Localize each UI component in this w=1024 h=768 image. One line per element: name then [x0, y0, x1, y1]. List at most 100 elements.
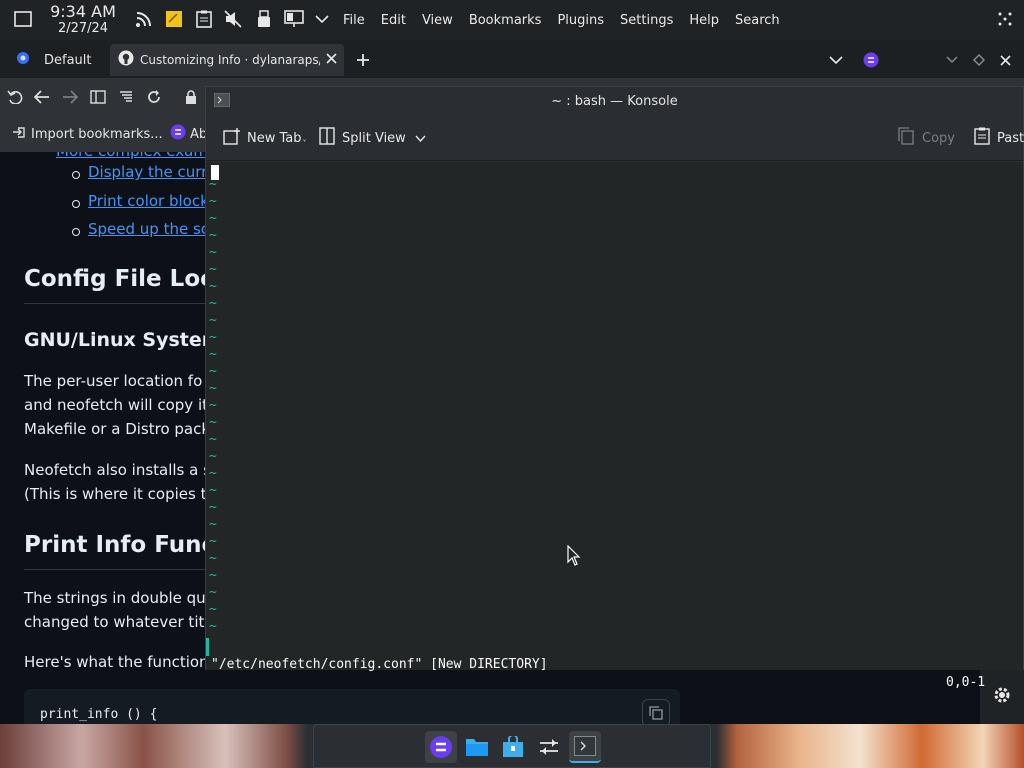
- notes-icon[interactable]: [163, 8, 185, 30]
- tilde-marker: ~: [209, 381, 217, 396]
- tilde-marker: ~: [209, 296, 217, 311]
- lock-icon[interactable]: [180, 86, 202, 108]
- new-tab-label: New Tab: [247, 130, 302, 146]
- tilde-marker: ~: [209, 551, 217, 566]
- toc-link-print-color-blocks[interactable]: Print color block: [72, 192, 209, 210]
- tilde-marker: ~: [209, 279, 217, 294]
- copy-code-icon[interactable]: [642, 699, 670, 724]
- file-manager-icon[interactable]: [461, 731, 493, 763]
- tilde-marker: ~: [209, 313, 217, 328]
- global-menu: File Edit View Bookmarks Plugins Setting…: [343, 0, 796, 40]
- tilde-marker: ~: [209, 500, 217, 515]
- text-line: The strings in double qu: [24, 589, 206, 607]
- volume-muted-icon[interactable]: [222, 8, 244, 30]
- text-line: and neofetch will copy it: [24, 396, 208, 414]
- bookmark-ab-item[interactable]: Ab: [170, 124, 207, 144]
- cursor-position: 0,0-1: [946, 675, 986, 690]
- tilde-marker: ~: [209, 211, 217, 226]
- app-icon: [170, 124, 186, 144]
- tilde-marker: ~: [209, 568, 217, 583]
- app-icon[interactable]: [863, 44, 879, 76]
- minimize-icon[interactable]: [946, 44, 958, 76]
- system-settings-icon[interactable]: [533, 731, 565, 763]
- maximize-icon[interactable]: [973, 44, 985, 76]
- status-message: "/etc/neofetch/config.conf" [New DIRECTO…: [211, 657, 548, 672]
- menu-plugins[interactable]: Plugins: [557, 13, 604, 28]
- menu-search[interactable]: Search: [735, 13, 780, 28]
- bookmark-label: Import bookmarks...: [31, 126, 163, 142]
- dropdown-indicator-icon: ˅: [302, 138, 307, 148]
- tab-label: Customizing Info · dylanaraps/n: [140, 53, 320, 67]
- tab-customizing-info[interactable]: Customizing Info · dylanaraps/n: [110, 44, 344, 76]
- text-line: (This is where it copies th: [24, 485, 216, 503]
- show-desktop-icon[interactable]: [12, 8, 34, 30]
- gear-icon[interactable]: [992, 685, 1012, 709]
- reload-icon[interactable]: [143, 86, 165, 108]
- clock-date: 2/27/24: [57, 21, 109, 36]
- clock-time: 9:34 AM: [50, 2, 116, 21]
- list-tabs-icon[interactable]: [829, 44, 843, 76]
- konsole-titlebar[interactable]: ~ : bash — Konsole: [206, 87, 1023, 115]
- tilde-marker: ~: [209, 449, 217, 464]
- paste-button[interactable]: Past: [974, 127, 1024, 149]
- forward-icon[interactable]: [59, 86, 81, 108]
- split-view-label: Split View: [342, 130, 406, 146]
- chevron-down-icon[interactable]: [311, 8, 333, 30]
- toc-link-display-current[interactable]: Display the curr: [71, 163, 207, 181]
- menu-file[interactable]: File: [343, 13, 365, 28]
- menu-settings[interactable]: Settings: [620, 13, 673, 28]
- tilde-marker: ~: [209, 177, 217, 192]
- copy-button[interactable]: Copy: [898, 127, 955, 149]
- copy-icon: [898, 127, 914, 149]
- konsole-task-icon[interactable]: [569, 731, 601, 763]
- paragraph-neofetch-installs: Neofetch also installs a s (This is wher…: [24, 458, 216, 506]
- display-config-icon[interactable]: [283, 8, 305, 30]
- menu-bookmarks[interactable]: Bookmarks: [469, 13, 542, 28]
- menu-help[interactable]: Help: [689, 13, 719, 28]
- tilde-marker: ~: [209, 585, 217, 600]
- window-title: ~ : bash — Konsole: [551, 93, 678, 109]
- close-window-icon[interactable]: [1000, 44, 1011, 76]
- clipboard-icon[interactable]: [193, 8, 215, 30]
- rss-icon[interactable]: [133, 8, 155, 30]
- new-tab-button[interactable]: New Tab ˅: [223, 127, 307, 149]
- new-tab-icon[interactable]: [356, 44, 370, 76]
- vim-empty-line-markers: ~ ~ ~ ~ ~ ~ ~ ~ ~ ~ ~ ~ ~ ~ ~ ~ ~ ~ ~ ~ ~ ~ ~ ~ ~ ~ ~: [209, 162, 221, 635]
- toc-link-more-complex[interactable]: More complex exam: [56, 152, 208, 160]
- reader-list-icon[interactable]: [115, 86, 137, 108]
- tilde-marker: ~: [209, 228, 217, 243]
- tilde-marker: ~: [209, 364, 217, 379]
- usb-device-icon[interactable]: [253, 8, 275, 30]
- konsole-toolbar: New Tab ˅ Split View Copy Past: [206, 115, 1024, 161]
- terminal-area[interactable]: ~ ~ ~ ~ ~ ~ ~ ~ ~ ~ ~ ~ ~ ~ ~ ~ ~ ~ ~ ~ ~ ~ ~ ~ ~ ~ ~ "/etc/neofet…: [206, 162, 1023, 690]
- tilde-marker: ~: [209, 262, 217, 277]
- app-launcher-icon[interactable]: [425, 731, 457, 763]
- tilde-marker: ~: [209, 602, 217, 617]
- back-icon[interactable]: [31, 86, 53, 108]
- text-line: Neofetch also installs a s: [24, 461, 211, 479]
- tilde-marker: ~: [209, 347, 217, 362]
- tilde-marker: ~: [209, 534, 217, 549]
- paragraph-per-user: The per-user location fo and neofetch wi…: [24, 369, 210, 441]
- tilde-marker: ~: [209, 245, 217, 260]
- undo-close-icon[interactable]: [4, 86, 26, 108]
- sidebar-toggle-icon[interactable]: [87, 86, 109, 108]
- toc-link-speed-up[interactable]: Speed up the sc: [71, 220, 209, 238]
- split-view-button[interactable]: Split View: [319, 127, 426, 149]
- menu-edit[interactable]: Edit: [381, 13, 406, 28]
- tilde-marker: ~: [209, 619, 217, 634]
- menu-view[interactable]: View: [422, 13, 453, 28]
- task-manager-dock: [313, 724, 711, 768]
- close-tab-icon[interactable]: [326, 52, 337, 68]
- top-panel: 9:34 AM 2/27/24 File Edit View Bookmarks…: [0, 0, 1024, 40]
- tab-default[interactable]: Default: [10, 44, 105, 76]
- copy-label: Copy: [922, 130, 955, 146]
- tilde-marker: ~: [209, 483, 217, 498]
- import-bookmarks-item[interactable]: Import bookmarks...: [12, 125, 163, 143]
- panel-edit-mode-icon[interactable]: [994, 8, 1016, 30]
- code-line: print_info () {: [40, 707, 158, 722]
- paragraph-strings: The strings in double qu changed to what…: [24, 586, 209, 634]
- software-store-icon[interactable]: [497, 731, 529, 763]
- text-line: changed to whatever titl: [24, 613, 209, 631]
- clock[interactable]: 9:34 AM 2/27/24: [50, 2, 116, 37]
